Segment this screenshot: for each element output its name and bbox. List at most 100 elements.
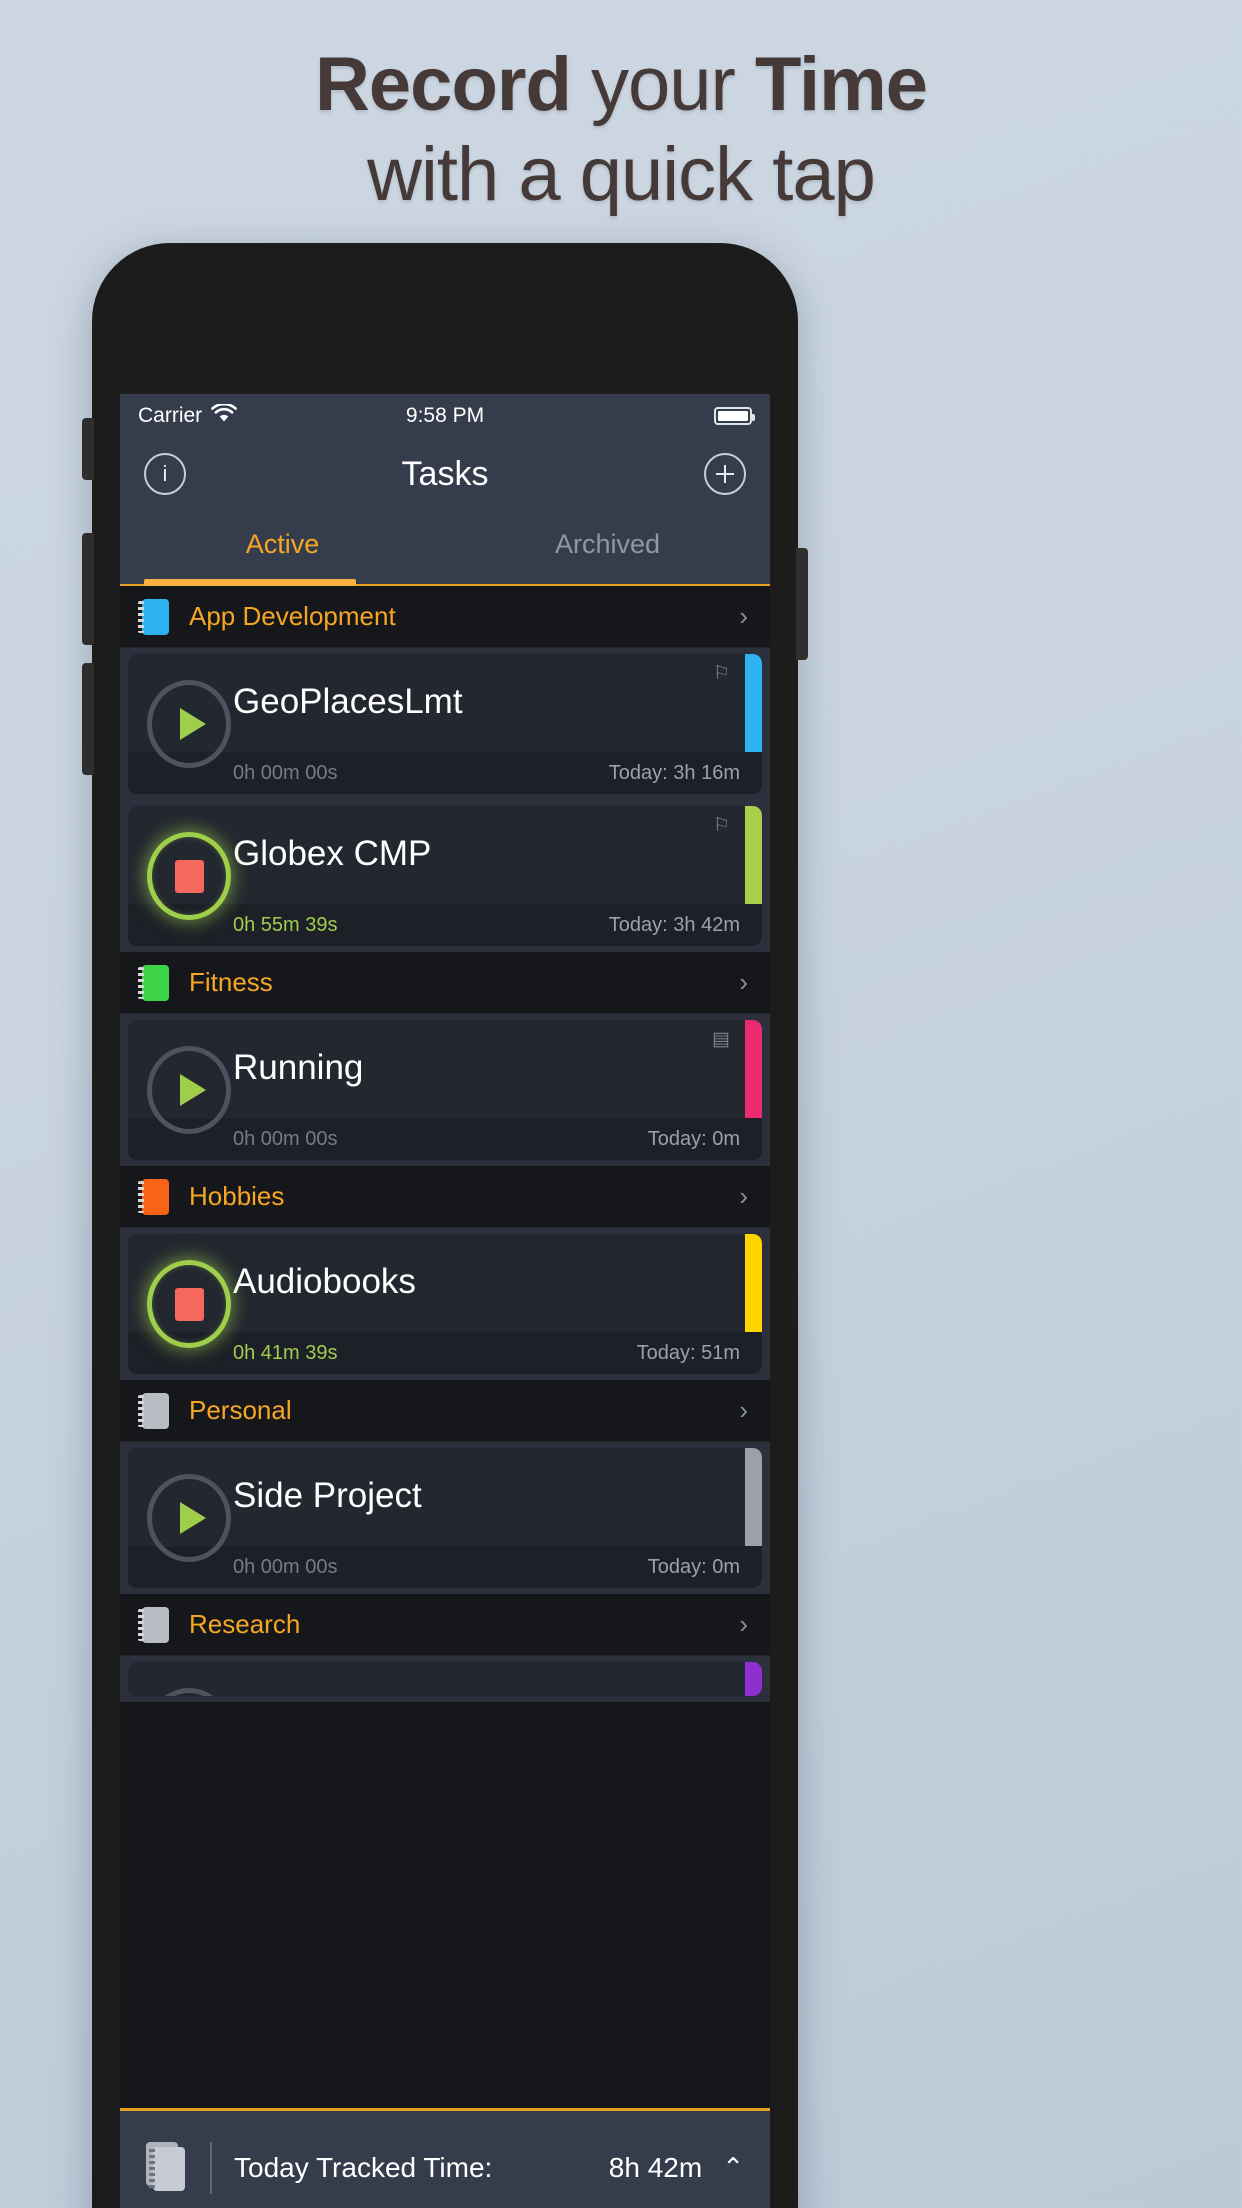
info-icon: i xyxy=(162,461,168,486)
add-task-button[interactable] xyxy=(704,453,746,495)
task-name: GeoPlacesLmt xyxy=(233,682,463,721)
tab-bar: Active Archived xyxy=(120,510,770,586)
chevron-right-icon[interactable]: › xyxy=(739,1395,748,1426)
stop-button[interactable] xyxy=(147,832,231,920)
today-tracked-label: Today Tracked Time: xyxy=(234,2151,493,2183)
task-name: Globex CMP xyxy=(233,834,432,873)
task-card[interactable]: ⚐ Globex CMP 0h 55m 39s Today: 3h 42m xyxy=(128,806,762,946)
chevron-right-icon[interactable]: › xyxy=(739,1609,748,1640)
task-today-total: Today: 0m xyxy=(647,1555,740,1578)
headline-line-1: Record your Time xyxy=(0,42,1242,127)
task-name: Side Project xyxy=(233,1476,422,1515)
tab-archived[interactable]: Archived xyxy=(445,510,770,586)
power-button[interactable] xyxy=(796,548,808,660)
status-bar-left: Carrier xyxy=(138,402,406,429)
task-name: Running xyxy=(233,1048,364,1087)
notebook-icon xyxy=(138,1392,169,1429)
chevron-up-icon[interactable]: ⌃ xyxy=(722,2152,744,2183)
play-button[interactable] xyxy=(147,1474,231,1562)
task-footer: 0h 41m 39s Today: 51m xyxy=(128,1332,762,1374)
task-card[interactable]: Audiobooks 0h 41m 39s Today: 51m xyxy=(128,1234,762,1374)
task-timer: 0h 00m 00s xyxy=(233,761,338,784)
mute-switch-button[interactable] xyxy=(82,418,94,480)
calendar-icon: ▤ xyxy=(712,1029,730,1050)
info-button[interactable]: i xyxy=(144,453,186,495)
task-name: Audiobooks xyxy=(233,1262,416,1301)
page-title: Tasks xyxy=(401,454,489,493)
stacked-notebooks-icon xyxy=(146,2141,192,2194)
headline-line-2: with a quick tap xyxy=(367,132,876,218)
task-card[interactable] xyxy=(128,1662,762,1696)
nav-bar: i Tasks xyxy=(120,438,770,510)
today-tracked-value: 8h 42m xyxy=(608,2151,703,2183)
section-label: App Development xyxy=(189,601,396,631)
task-today-total: Today: 51m xyxy=(636,1341,740,1364)
stop-icon xyxy=(174,859,204,893)
status-bar: Carrier 9:58 PM xyxy=(120,394,770,438)
section-label: Hobbies xyxy=(189,1181,285,1211)
task-card[interactable]: Side Project 0h 00m 00s Today: 0m xyxy=(128,1448,762,1588)
carrier-label: Carrier xyxy=(138,404,203,427)
location-pin-icon: ⚐ xyxy=(712,663,730,684)
task-timer: 0h 55m 39s xyxy=(233,913,338,936)
section-label: Fitness xyxy=(189,967,273,997)
chevron-right-icon[interactable]: › xyxy=(739,1181,748,1212)
task-footer: 0h 55m 39s Today: 3h 42m xyxy=(128,904,762,946)
task-footer: 0h 00m 00s Today: 0m xyxy=(128,1118,762,1160)
section-header[interactable]: Hobbies › xyxy=(120,1166,770,1228)
task-row[interactable]: Audiobooks 0h 41m 39s Today: 51m xyxy=(120,1228,770,1380)
location-pin-icon: ⚐ xyxy=(712,815,730,836)
volume-up-button[interactable] xyxy=(82,533,94,645)
headline-word-your: your xyxy=(570,42,755,127)
status-bar-right xyxy=(484,407,755,425)
task-row[interactable]: Side Project 0h 00m 00s Today: 0m xyxy=(120,1442,770,1594)
play-icon xyxy=(180,1074,206,1106)
notebook-icon xyxy=(138,964,169,1001)
chevron-right-icon[interactable]: › xyxy=(739,601,748,632)
section-label: Personal xyxy=(189,1395,292,1425)
task-today-total: Today: 0m xyxy=(647,1127,740,1150)
task-card[interactable]: ▤ Running 0h 00m 00s Today: 0m xyxy=(128,1020,762,1160)
wifi-icon xyxy=(211,402,238,429)
play-button[interactable] xyxy=(147,680,231,768)
task-row[interactable] xyxy=(120,1656,770,1702)
task-list[interactable]: App Development › ⚐ GeoPlacesLmt 0h 00m 00s T… xyxy=(120,586,770,1702)
headline-word-record: Record xyxy=(315,42,572,127)
task-today-total: Today: 3h 16m xyxy=(608,761,740,784)
volume-down-button[interactable] xyxy=(82,663,94,775)
task-timer: 0h 00m 00s xyxy=(233,1555,338,1578)
stop-icon xyxy=(174,1287,204,1321)
bottom-bar-divider xyxy=(210,2141,212,2194)
section-header[interactable]: Fitness › xyxy=(120,952,770,1014)
task-row[interactable]: ⚐ Globex CMP 0h 55m 39s Today: 3h 42m xyxy=(120,800,770,952)
plus-icon xyxy=(716,465,734,483)
task-footer: 0h 00m 00s Today: 3h 16m xyxy=(128,752,762,794)
section-label: Research xyxy=(189,1609,301,1639)
section-header[interactable]: App Development › xyxy=(120,586,770,648)
phone-screen: Carrier 9:58 PM i Tasks Active Archived … xyxy=(120,394,770,2208)
section-header[interactable]: Research › xyxy=(120,1594,770,1656)
tab-active[interactable]: Active xyxy=(120,510,445,586)
play-button[interactable] xyxy=(147,1046,231,1134)
task-card[interactable]: ⚐ GeoPlacesLmt 0h 00m 00s Today: 3h 16m xyxy=(128,654,762,794)
marketing-headline: Record your Time with a quick tap xyxy=(0,42,1242,218)
task-row[interactable]: ▤ Running 0h 00m 00s Today: 0m xyxy=(120,1014,770,1166)
play-icon xyxy=(180,1502,206,1534)
task-timer: 0h 41m 39s xyxy=(233,1341,338,1364)
headline-word-time: Time xyxy=(754,42,928,127)
chevron-right-icon[interactable]: › xyxy=(739,967,748,998)
task-footer: 0h 00m 00s Today: 0m xyxy=(128,1546,762,1588)
stop-button[interactable] xyxy=(147,1260,231,1348)
status-bar-time: 9:58 PM xyxy=(405,404,485,427)
task-color-bar xyxy=(745,1662,762,1696)
phone-frame: Carrier 9:58 PM i Tasks Active Archived … xyxy=(82,243,808,2208)
notebook-icon xyxy=(138,1606,169,1643)
play-button[interactable] xyxy=(147,1688,231,1696)
today-tracked-bar[interactable]: Today Tracked Time: 8h 42m ⌃ xyxy=(120,2108,770,2208)
notebook-icon xyxy=(138,1178,169,1215)
task-row[interactable]: ⚐ GeoPlacesLmt 0h 00m 00s Today: 3h 16m xyxy=(120,648,770,800)
task-timer: 0h 00m 00s xyxy=(233,1127,338,1150)
section-header[interactable]: Personal › xyxy=(120,1380,770,1442)
task-today-total: Today: 3h 42m xyxy=(608,913,740,936)
tab-selected-underline xyxy=(144,579,356,586)
